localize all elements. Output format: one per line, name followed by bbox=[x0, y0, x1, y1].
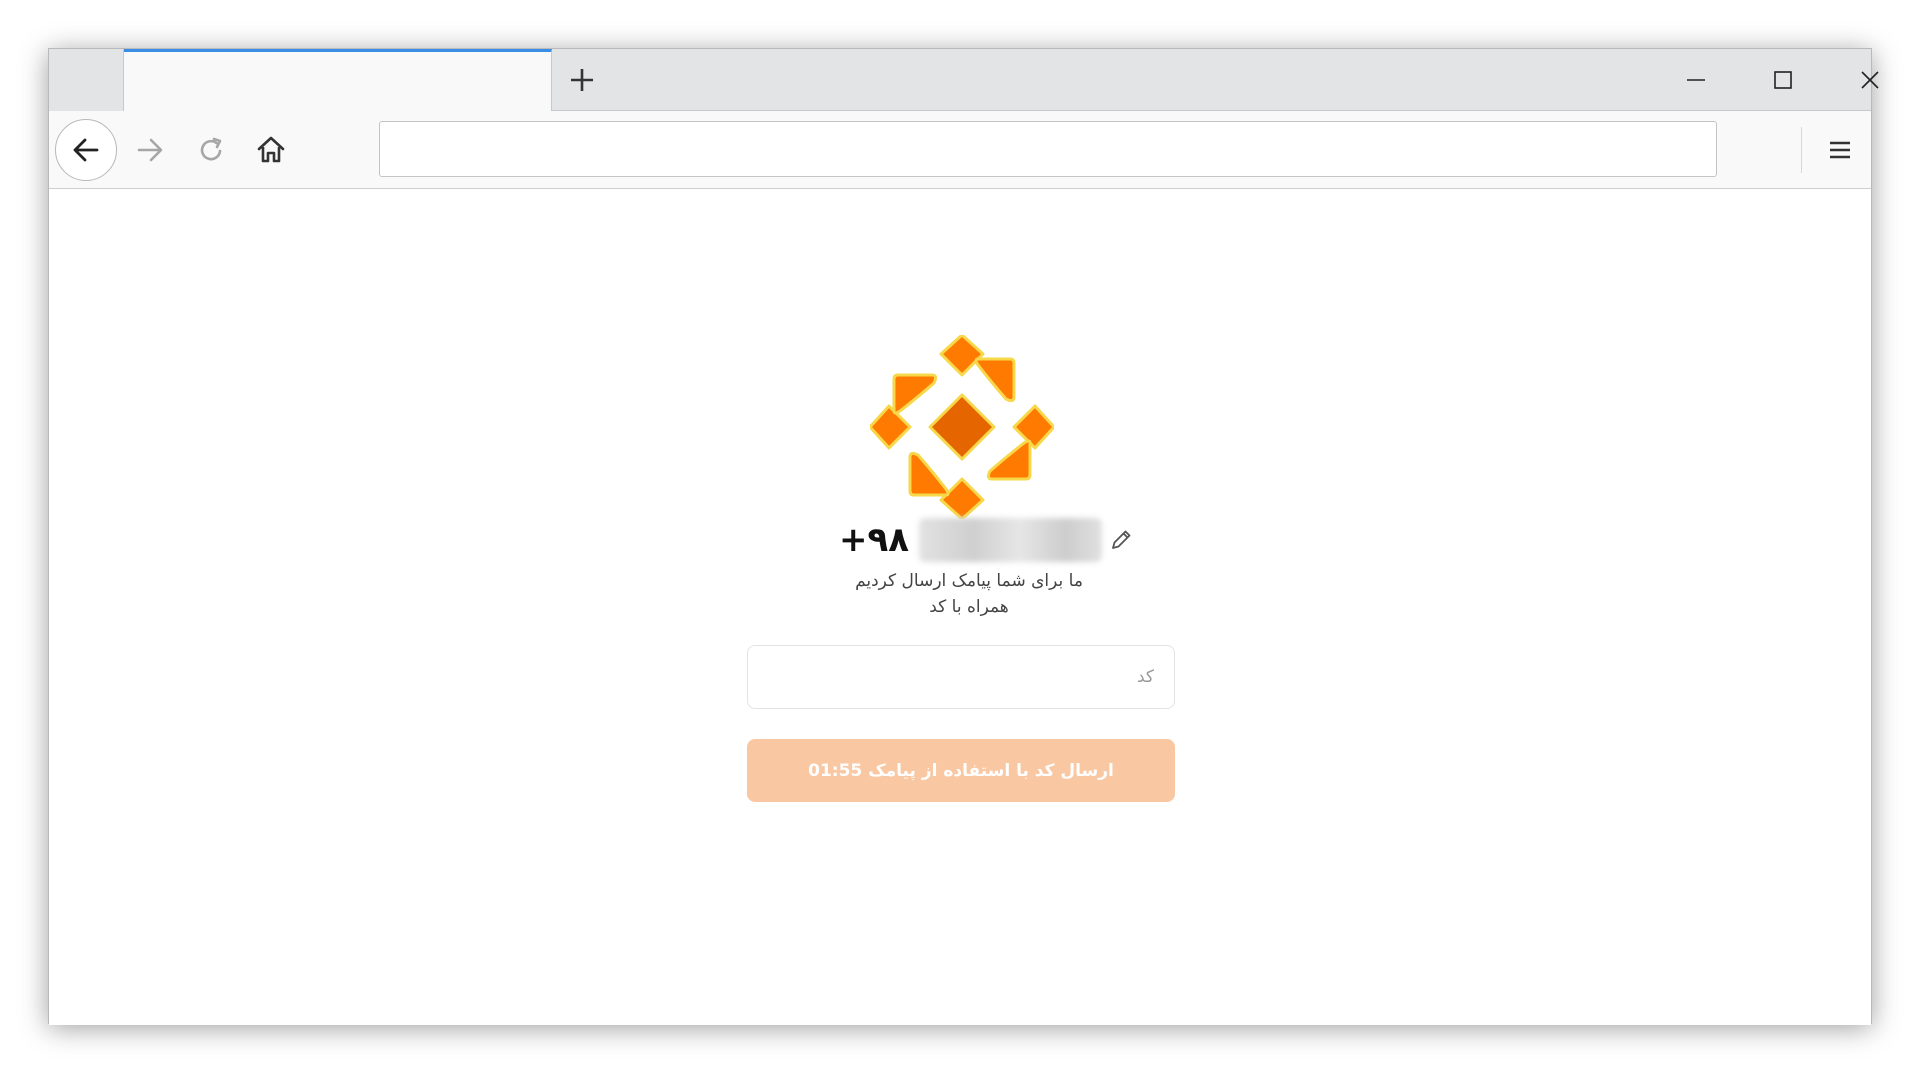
orange-flower-logo-icon bbox=[870, 335, 1054, 519]
back-button[interactable] bbox=[55, 119, 117, 181]
forward-arrow-icon bbox=[137, 138, 163, 162]
message-line-1: ما برای شما پیامک ارسال کردیم bbox=[855, 571, 1083, 591]
tab-active[interactable] bbox=[124, 49, 552, 112]
home-button[interactable] bbox=[240, 119, 302, 181]
country-code: +۹۸ bbox=[839, 520, 909, 560]
sms-sent-message: ما برای شما پیامک ارسال کردیم همراه با ک… bbox=[829, 568, 1109, 620]
toolbar-separator bbox=[1801, 127, 1802, 173]
verification-code-input[interactable] bbox=[747, 645, 1175, 709]
maximize-icon bbox=[1774, 71, 1792, 89]
close-button[interactable] bbox=[1840, 57, 1900, 103]
tab-bar bbox=[49, 49, 1879, 112]
message-line-2: همراه با کد bbox=[929, 597, 1009, 617]
reload-button[interactable] bbox=[180, 119, 242, 181]
forward-button[interactable] bbox=[119, 119, 181, 181]
page-content: +۹۸ ما برای شما پیامک ارسال کردیم همراه … bbox=[49, 190, 1871, 1025]
menu-button[interactable] bbox=[1809, 119, 1871, 181]
navigation-toolbar bbox=[49, 111, 1871, 189]
home-icon bbox=[257, 136, 285, 163]
phone-number-row: +۹۸ bbox=[789, 510, 1134, 570]
minimize-button[interactable] bbox=[1666, 57, 1726, 103]
phone-number-blurred bbox=[919, 518, 1102, 562]
pencil-icon bbox=[1112, 530, 1131, 549]
back-arrow-icon bbox=[73, 138, 99, 162]
browser-window: +۹۸ ما برای شما پیامک ارسال کردیم همراه … bbox=[48, 48, 1879, 1025]
edit-phone-button[interactable] bbox=[1108, 524, 1134, 556]
close-icon bbox=[1861, 71, 1879, 89]
send-button-label: ارسال کد با استفاده از پیامک bbox=[868, 760, 1114, 781]
send-sms-code-button[interactable]: ارسال کد با استفاده از پیامک 01:55 bbox=[747, 739, 1175, 802]
url-bar[interactable] bbox=[379, 121, 1717, 177]
new-tab-button[interactable] bbox=[561, 59, 603, 101]
hamburger-menu-icon bbox=[1830, 141, 1850, 159]
reload-icon bbox=[200, 137, 222, 161]
tab-inactive[interactable] bbox=[49, 49, 124, 111]
send-button-timer: 01:55 bbox=[808, 760, 863, 781]
maximize-button[interactable] bbox=[1753, 57, 1813, 103]
minimize-icon bbox=[1687, 79, 1705, 81]
plus-icon bbox=[571, 69, 593, 91]
